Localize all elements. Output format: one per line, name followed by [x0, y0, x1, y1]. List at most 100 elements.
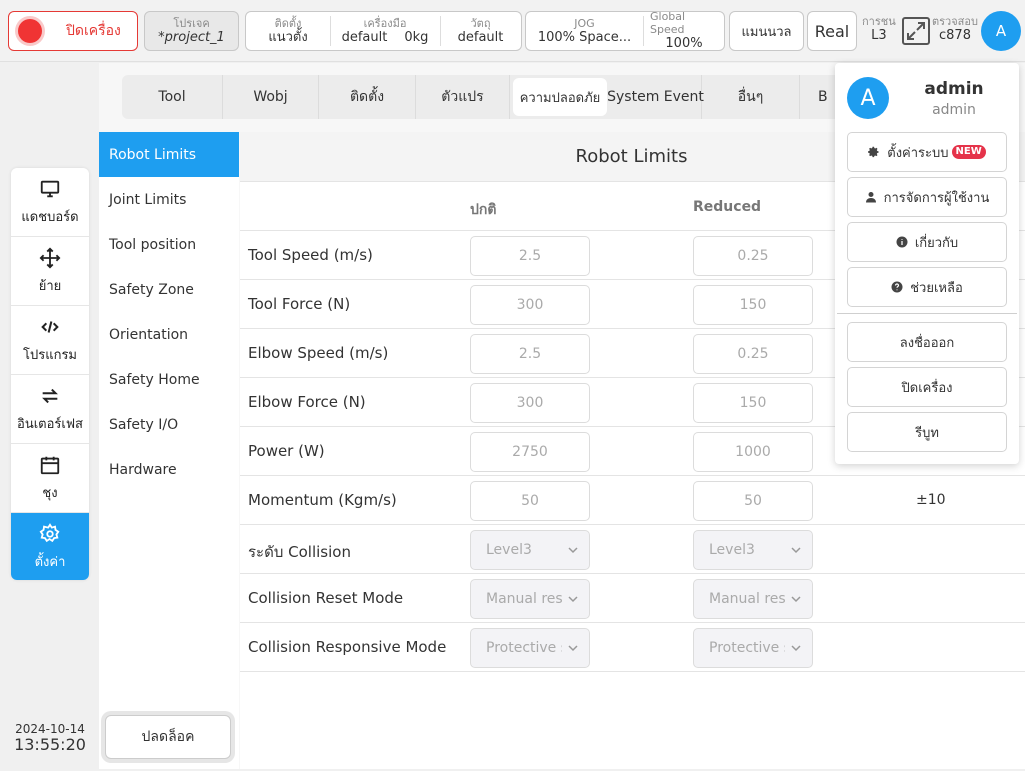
tool-speed-reduced-input[interactable]: 0.25: [693, 236, 813, 276]
tool-weight: 0kg: [404, 29, 429, 45]
elbow-force-normal-input[interactable]: 300: [470, 383, 590, 423]
select-value: Level3: [486, 542, 532, 558]
subnav-safety-io[interactable]: Safety I/O: [99, 402, 239, 447]
row-label: Collision Reset Mode: [248, 589, 404, 607]
help-label: ช่วยเหลือ: [910, 280, 963, 296]
tab-wobj[interactable]: Wobj: [223, 75, 319, 119]
menu-divider: [837, 313, 1017, 314]
subnav-joint-limits[interactable]: Joint Limits: [99, 177, 239, 222]
payload-cell[interactable]: วัตถุ default: [441, 16, 521, 46]
subnav-orientation[interactable]: Orientation: [99, 312, 239, 357]
project-caption: โปรเจค: [173, 16, 210, 30]
select-value: Manual reset: [486, 591, 562, 607]
user-role: admin: [932, 102, 976, 118]
subnav-robot-limits[interactable]: Robot Limits: [99, 132, 239, 177]
manual-mode-button[interactable]: แมนนวล: [729, 11, 804, 51]
user-icon: [865, 192, 876, 203]
chevron-down-icon: [568, 547, 578, 554]
power-off-label: ปิดเครื่อง: [66, 23, 121, 39]
select-value: Protective stop: [486, 640, 562, 656]
logout-button[interactable]: ลงชื่อออก: [847, 322, 1007, 362]
chevron-down-icon: [568, 596, 578, 603]
nav-move[interactable]: ย้าย: [11, 237, 89, 306]
about-label: เกี่ยวกับ: [914, 235, 959, 251]
nav-settings[interactable]: ตั้งค่า: [11, 513, 89, 580]
elbow-force-reduced-input[interactable]: 150: [693, 383, 813, 423]
row-label: Power (W): [248, 442, 325, 460]
tool-force-normal-input[interactable]: 300: [470, 285, 590, 325]
reboot-button[interactable]: รีบูท: [847, 412, 1007, 452]
expand-icon[interactable]: [902, 17, 930, 45]
user-menu: A admin admin ตั้งค่าระบบ NEW การจัดการผ…: [835, 63, 1019, 464]
user-menu-avatar: A: [847, 77, 889, 119]
collision-response-reduced-select[interactable]: Protective stop: [693, 628, 813, 668]
user-management-button[interactable]: การจัดการผู้ใช้งาน: [847, 177, 1007, 217]
row-label: Momentum (Kgm/s): [248, 491, 397, 509]
tool-speed-normal-input[interactable]: 2.5: [470, 236, 590, 276]
collision-value: L3: [871, 28, 887, 43]
tool-force-reduced-input[interactable]: 150: [693, 285, 813, 325]
tab-system-event[interactable]: System Event: [607, 75, 704, 119]
global-speed-value: 100%: [665, 36, 703, 51]
momentum-reduced-input[interactable]: 50: [693, 481, 813, 521]
nav-dashboard-label: แดชบอร์ด: [21, 209, 79, 225]
collision-reset-normal-select[interactable]: Manual reset: [470, 579, 590, 619]
subnav-hardware[interactable]: Hardware: [99, 447, 239, 492]
power-reduced-input[interactable]: 1000: [693, 432, 813, 472]
real-mode-button[interactable]: Real: [807, 11, 857, 51]
tab-other[interactable]: อื่นๆ: [702, 75, 800, 119]
system-settings-button[interactable]: ตั้งค่าระบบ NEW: [847, 132, 1007, 172]
table-row: ระดับ Collision Level3 Level3: [240, 525, 1025, 574]
current-time: 13:55:20: [14, 735, 86, 754]
collision-response-normal-select[interactable]: Protective stop: [470, 628, 590, 668]
unlock-button[interactable]: ปลดล็อค: [105, 715, 231, 759]
elbow-speed-normal-input[interactable]: 2.5: [470, 334, 590, 374]
subnav-safety-zone[interactable]: Safety Zone: [99, 267, 239, 312]
collision-level-reduced-select[interactable]: Level3: [693, 530, 813, 570]
info-icon: [896, 236, 908, 248]
chevron-down-icon: [568, 645, 578, 652]
collision-reset-reduced-select[interactable]: Manual reset: [693, 579, 813, 619]
new-badge: NEW: [951, 145, 986, 159]
install-caption: ติดตั้ง: [274, 16, 302, 30]
install-cell[interactable]: ติดตั้ง แนวตั้ง: [247, 16, 331, 46]
collision-level-normal-select[interactable]: Level3: [470, 530, 590, 570]
nav-program[interactable]: โปรแกรม: [11, 306, 89, 375]
subnav-safety-home[interactable]: Safety Home: [99, 357, 239, 402]
tab-tool[interactable]: Tool: [122, 75, 223, 119]
global-speed-cell[interactable]: Global Speed 100%: [644, 10, 724, 51]
nav-schedule-label: ชุง: [42, 485, 58, 501]
help-button[interactable]: ช่วยเหลือ: [847, 267, 1007, 307]
jog-value: 100% Space...: [537, 29, 632, 45]
normal-column-header: ปกติ: [470, 202, 497, 218]
jog-speed-group[interactable]: JOG 100% Space... Global Speed 100%: [525, 10, 725, 51]
nav-program-label: โปรแกรม: [22, 347, 78, 363]
momentum-normal-input[interactable]: 50: [470, 481, 590, 521]
about-button[interactable]: เกี่ยวกับ: [847, 222, 1007, 262]
tool-value: default: [341, 29, 388, 45]
user-avatar-button[interactable]: A: [981, 11, 1021, 51]
shutdown-button[interactable]: ปิดเครื่อง: [847, 367, 1007, 407]
jog-cell[interactable]: JOG 100% Space...: [526, 16, 644, 46]
tab-installation[interactable]: ติดตั้ง: [319, 75, 416, 119]
install-value: แนวตั้ง: [268, 29, 308, 45]
calendar-icon: [40, 456, 60, 474]
nav-interface[interactable]: อินเตอร์เฟส: [11, 375, 89, 444]
config-group[interactable]: ติดตั้ง แนวตั้ง เครื่องมือ default 0kg วั…: [245, 11, 522, 51]
page-title-text: Robot Limits: [575, 146, 688, 167]
tab-safety[interactable]: ความปลอดภัย: [513, 78, 607, 116]
nav-schedule[interactable]: ชุง: [11, 444, 89, 513]
collision-caption: การชน: [862, 15, 896, 28]
select-value: Manual reset: [709, 591, 785, 607]
tool-cell[interactable]: เครื่องมือ default 0kg: [331, 16, 441, 46]
nav-dashboard[interactable]: แดชบอร์ด: [11, 168, 89, 237]
row-label: ระดับ Collision: [248, 543, 351, 561]
subnav-tool-position[interactable]: Tool position: [99, 222, 239, 267]
chevron-down-icon: [791, 547, 801, 554]
project-selector[interactable]: โปรเจค *project_1: [144, 11, 239, 51]
elbow-speed-reduced-input[interactable]: 0.25: [693, 334, 813, 374]
tab-variables[interactable]: ตัวแปร: [416, 75, 510, 119]
project-value: *project_1: [158, 29, 225, 45]
power-off-button[interactable]: ปิดเครื่อง: [8, 11, 138, 51]
power-normal-input[interactable]: 2750: [470, 432, 590, 472]
